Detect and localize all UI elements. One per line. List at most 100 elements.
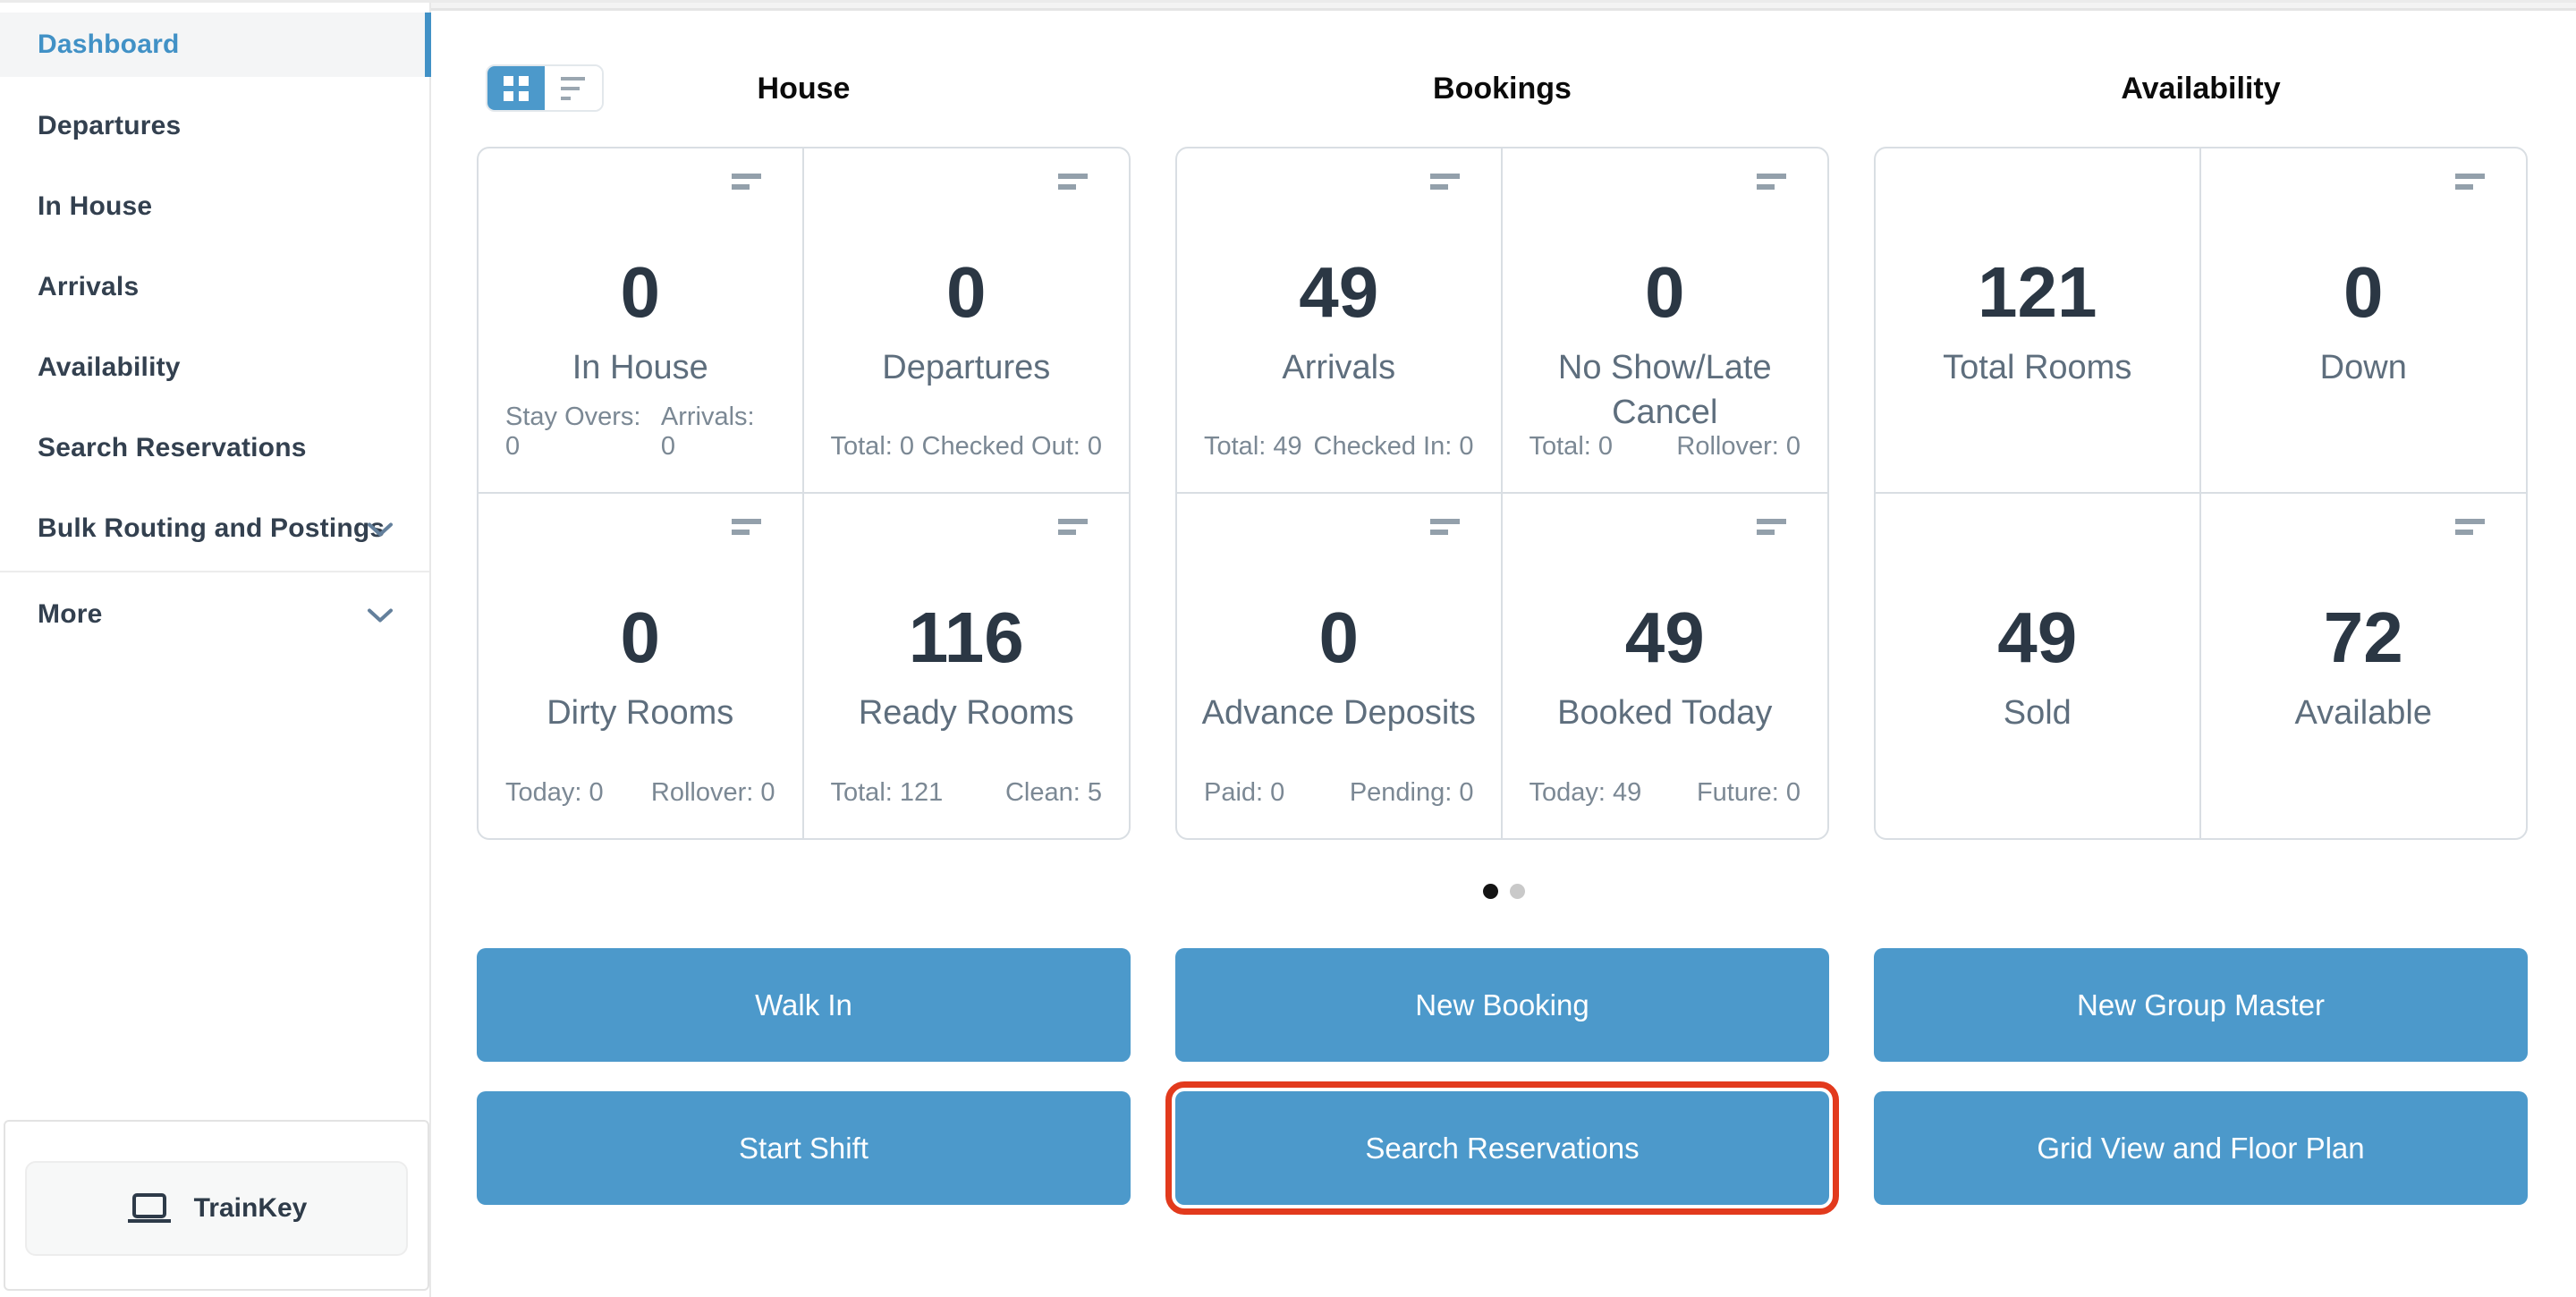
pagination-dot-active[interactable] — [1483, 884, 1498, 899]
stat-footer-right: Pending: 0 — [1350, 778, 1474, 808]
stat-label: Arrivals — [1177, 345, 1501, 390]
new-group-master-button[interactable]: New Group Master — [1874, 948, 2528, 1062]
sidebar-item-availability[interactable]: Availability — [0, 327, 429, 408]
stat-footer-left: Total: 49 — [1204, 432, 1302, 462]
stat-cell-arrivals[interactable]: 49 Arrivals Total: 49 Checked In: 0 — [1177, 148, 1503, 494]
laptop-icon — [126, 1193, 173, 1224]
stat-footer-left: Stay Overs: 0 — [505, 403, 661, 462]
sidebar: Dashboard Departures In House Arrivals A… — [0, 0, 431, 1297]
sidebar-item-more[interactable]: More — [0, 574, 429, 655]
stat-label: Advance Deposits — [1177, 691, 1501, 735]
stat-cell-ready-rooms[interactable]: 116 Ready Rooms Total: 121 Clean: 5 — [804, 494, 1130, 839]
stat-footer: Total: 49 Checked In: 0 — [1204, 432, 1474, 462]
trainkey-panel: TrainKey — [4, 1120, 429, 1291]
card-menu-icon[interactable] — [1757, 174, 1786, 190]
stat-cell-available[interactable]: 72 Available — [2201, 494, 2527, 839]
search-reservations-button[interactable]: Search Reservations — [1175, 1091, 1829, 1205]
new-booking-button[interactable]: New Booking — [1175, 948, 1829, 1062]
sidebar-item-label: Search Reservations — [38, 433, 307, 463]
card-menu-icon[interactable] — [1058, 174, 1088, 190]
sidebar-divider — [0, 571, 429, 572]
stat-footer: Total: 0 Checked Out: 0 — [831, 432, 1103, 462]
stat-cell-departures[interactable]: 0 Departures Total: 0 Checked Out: 0 — [804, 148, 1130, 494]
start-shift-button[interactable]: Start Shift — [477, 1091, 1131, 1205]
list-icon — [561, 77, 586, 100]
grid-view-and-floor-plan-button[interactable]: Grid View and Floor Plan — [1874, 1091, 2528, 1205]
stat-value: 0 — [1177, 599, 1501, 676]
header-row: House Bookings Availability — [431, 64, 2576, 114]
stat-cell-no-show-late-cancel[interactable]: 0 No Show/Late Cancel Total: 0 Rollover:… — [1503, 148, 1828, 494]
sidebar-item-departures[interactable]: Departures — [0, 86, 429, 166]
stat-value: 49 — [1177, 254, 1501, 331]
stat-value: 0 — [479, 254, 802, 331]
stat-cell-booked-today[interactable]: 49 Booked Today Today: 49 Future: 0 — [1503, 494, 1828, 839]
chevron-down-icon — [367, 608, 394, 623]
sidebar-item-dashboard[interactable]: Dashboard — [0, 13, 429, 77]
grid-view-toggle[interactable] — [487, 66, 545, 110]
pagination-dot[interactable] — [1510, 884, 1525, 899]
sidebar-item-arrivals[interactable]: Arrivals — [0, 247, 429, 327]
stat-footer-left: Total: 121 — [831, 778, 944, 808]
card-menu-icon[interactable] — [732, 174, 761, 190]
stat-footer-left: Paid: 0 — [1204, 778, 1284, 808]
sidebar-item-bulk-routing-and-postings[interactable]: Bulk Routing and Postings — [0, 488, 429, 569]
stat-cell-down[interactable]: 0 Down — [2201, 148, 2527, 494]
sidebar-nav: Dashboard Departures In House Arrivals A… — [0, 13, 429, 655]
sidebar-item-in-house[interactable]: In House — [0, 166, 429, 247]
stat-footer-right: Clean: 5 — [1005, 778, 1102, 808]
card-menu-icon[interactable] — [1430, 519, 1460, 535]
stat-footer-right: Arrivals: 0 — [661, 403, 775, 462]
sidebar-item-label: More — [38, 599, 102, 630]
card-menu-icon[interactable] — [1757, 519, 1786, 535]
stat-cell-in-house[interactable]: 0 In House Stay Overs: 0 Arrivals: 0 — [479, 148, 804, 494]
stat-cell-total-rooms[interactable]: 121 Total Rooms — [1876, 148, 2201, 494]
stat-label: Down — [2201, 345, 2527, 390]
pagination-dots — [431, 884, 2576, 899]
sidebar-item-label: Availability — [38, 352, 181, 383]
trainkey-label: TrainKey — [194, 1193, 308, 1224]
stat-footer-left: Total: 0 — [1530, 432, 1614, 462]
walk-in-button[interactable]: Walk In — [477, 948, 1131, 1062]
column-title-availability: Availability — [1874, 64, 2528, 114]
card-menu-icon[interactable] — [2455, 519, 2485, 535]
sidebar-item-search-reservations[interactable]: Search Reservations — [0, 408, 429, 488]
stat-footer: Total: 121 Clean: 5 — [831, 778, 1103, 808]
bookings-card: 49 Arrivals Total: 49 Checked In: 0 0 No… — [1175, 147, 1829, 840]
stat-label: Departures — [804, 345, 1130, 390]
trainkey-button[interactable]: TrainKey — [25, 1161, 408, 1256]
stat-cell-sold[interactable]: 49 Sold — [1876, 494, 2201, 839]
stat-footer-left: Today: 49 — [1530, 778, 1642, 808]
stat-label: Ready Rooms — [804, 691, 1130, 735]
house-card: 0 In House Stay Overs: 0 Arrivals: 0 0 D… — [477, 147, 1131, 840]
sidebar-item-label: Bulk Routing and Postings — [38, 513, 385, 544]
list-view-toggle[interactable] — [545, 66, 602, 110]
stat-footer-right: Rollover: 0 — [651, 778, 775, 808]
stat-value: 72 — [2201, 599, 2527, 676]
stat-value: 0 — [1503, 254, 1828, 331]
chevron-down-icon — [367, 522, 394, 538]
main-content: House Bookings Availability 0 In House S… — [431, 0, 2576, 1297]
stat-label: Sold — [1876, 691, 2199, 735]
card-menu-icon[interactable] — [2455, 174, 2485, 190]
stat-label: No Show/Late Cancel — [1503, 345, 1828, 435]
stat-value: 0 — [804, 254, 1130, 331]
stat-label: In House — [479, 345, 802, 390]
stat-value: 49 — [1503, 599, 1828, 676]
sidebar-item-label: Arrivals — [38, 272, 139, 302]
card-menu-icon[interactable] — [1430, 174, 1460, 190]
stat-footer-right: Future: 0 — [1697, 778, 1801, 808]
card-menu-icon[interactable] — [732, 519, 761, 535]
stat-cell-dirty-rooms[interactable]: 0 Dirty Rooms Today: 0 Rollover: 0 — [479, 494, 804, 839]
stat-label: Available — [2201, 691, 2527, 735]
stat-value: 0 — [479, 599, 802, 676]
stat-label: Total Rooms — [1876, 345, 2199, 390]
stat-cell-advance-deposits[interactable]: 0 Advance Deposits Paid: 0 Pending: 0 — [1177, 494, 1503, 839]
stat-label: Dirty Rooms — [479, 691, 802, 735]
stat-value: 0 — [2201, 254, 2527, 331]
stat-footer: Total: 0 Rollover: 0 — [1530, 432, 1801, 462]
column-title-bookings: Bookings — [1175, 64, 1829, 114]
stat-footer: Stay Overs: 0 Arrivals: 0 — [505, 403, 775, 462]
stat-label: Booked Today — [1503, 691, 1828, 735]
card-menu-icon[interactable] — [1058, 519, 1088, 535]
stat-value: 116 — [804, 599, 1130, 676]
